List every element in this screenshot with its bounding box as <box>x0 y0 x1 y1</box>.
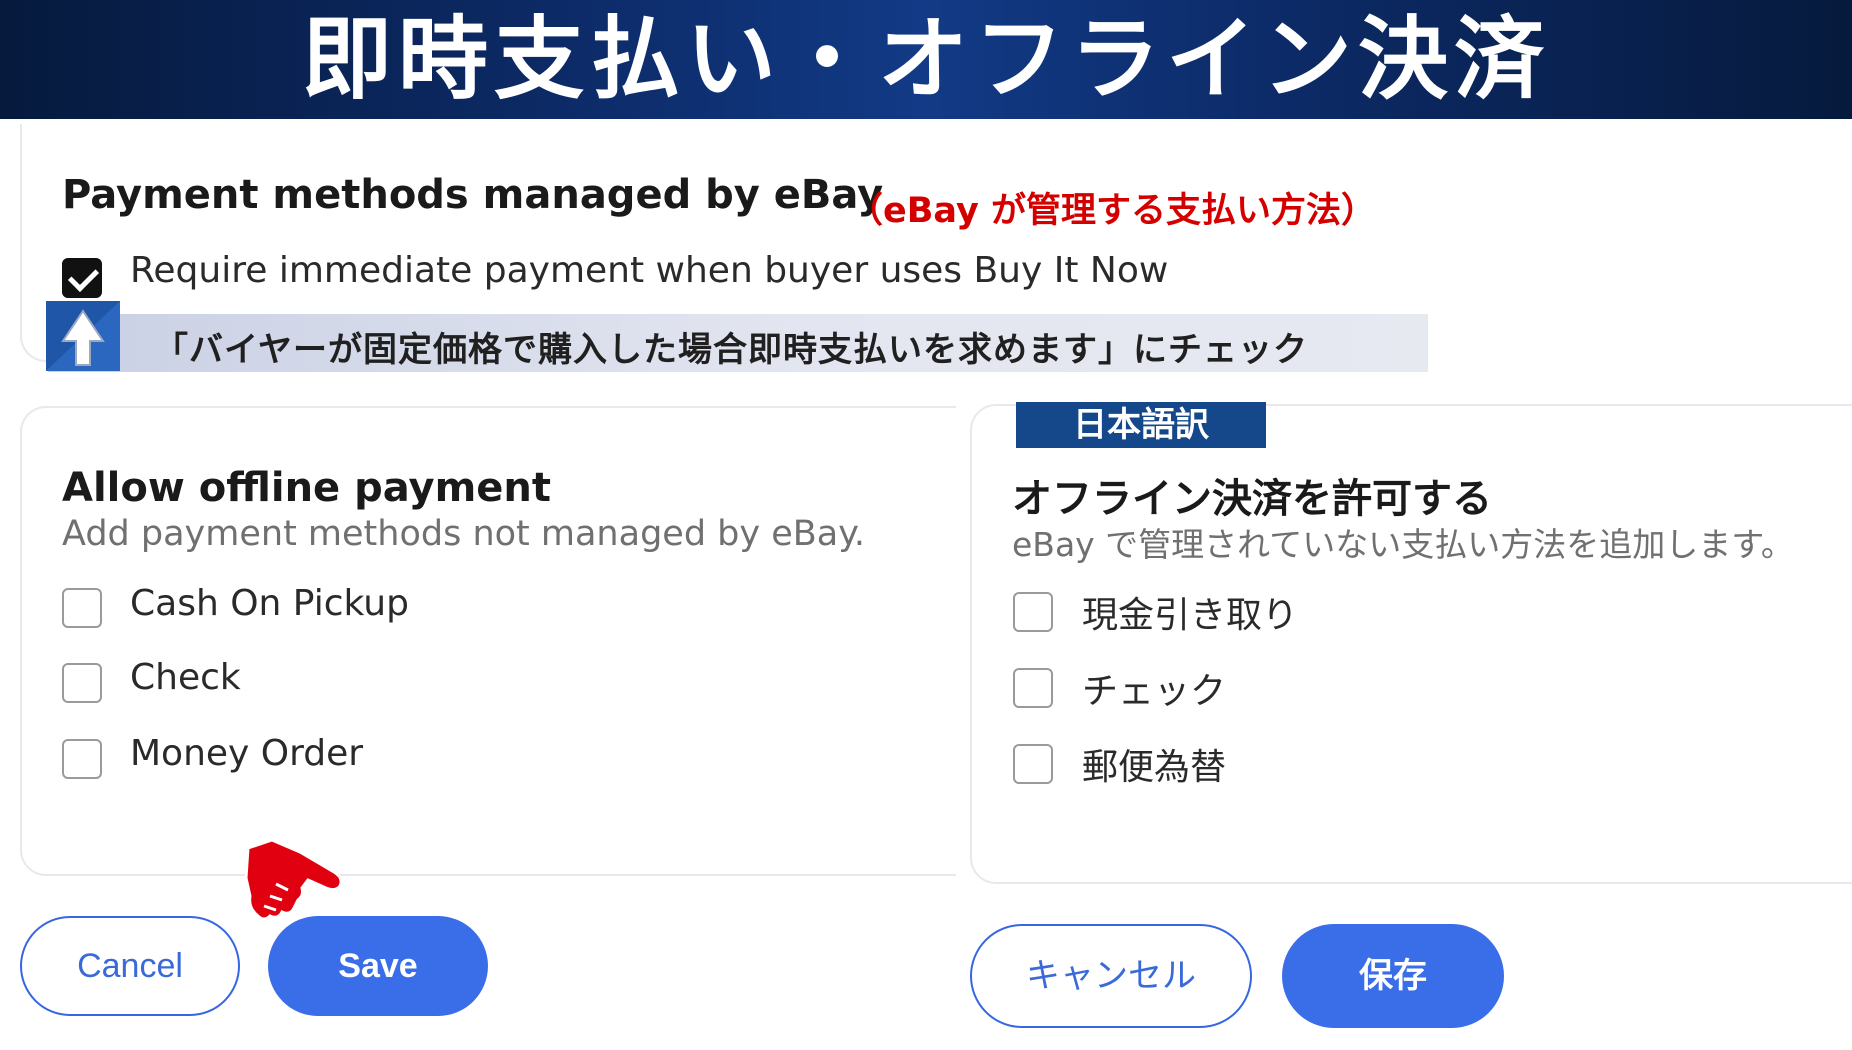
translation-tag: 日本語訳 <box>1016 402 1266 448</box>
title-banner: 即時支払い・オフライン決済 <box>0 0 1852 119</box>
money-order-jp-checkbox[interactable] <box>1013 744 1053 784</box>
managed-section-note: （eBay が管理する支払い方法） <box>848 191 1376 231</box>
check-jp-checkbox[interactable] <box>1013 668 1053 708</box>
money-order-checkbox[interactable] <box>62 739 102 779</box>
check-checkbox[interactable] <box>62 663 102 703</box>
cash-on-pickup-jp-label: 現金引き取り <box>1082 595 1299 636</box>
save-button[interactable]: Save <box>268 916 488 1016</box>
money-order-jp-label: 郵便為替 <box>1082 747 1227 788</box>
check-jp-label: チェック <box>1082 671 1227 712</box>
up-arrow-icon <box>46 301 120 371</box>
callout-text: 「バイヤーが固定価格で購入した場合即時支払いを求めます」にチェック <box>154 330 1308 370</box>
banner-title: 即時支払い・オフライン決済 <box>302 7 1550 112</box>
check-label: Check <box>130 657 241 698</box>
cancel-button-jp[interactable]: キャンセル <box>970 924 1252 1028</box>
require-immediate-payment-label: Require immediate payment when buyer use… <box>130 250 1169 291</box>
require-immediate-payment-checkbox[interactable] <box>62 258 102 298</box>
offline-subtitle-jp: eBay で管理されていない支払い方法を追加します。 <box>1012 525 1794 564</box>
cash-on-pickup-jp-checkbox[interactable] <box>1013 592 1053 632</box>
cash-on-pickup-label: Cash On Pickup <box>130 583 409 624</box>
offline-subtitle-en: Add payment methods not managed by eBay. <box>62 514 866 554</box>
money-order-label: Money Order <box>130 733 364 774</box>
offline-title-en: Allow offline payment <box>62 465 551 511</box>
save-button-jp[interactable]: 保存 <box>1282 924 1504 1028</box>
cash-on-pickup-checkbox[interactable] <box>62 588 102 628</box>
offline-title-jp: オフライン決済を許可する <box>1012 476 1492 522</box>
managed-section-title: Payment methods managed by eBay <box>62 172 884 218</box>
cancel-button[interactable]: Cancel <box>20 916 240 1016</box>
